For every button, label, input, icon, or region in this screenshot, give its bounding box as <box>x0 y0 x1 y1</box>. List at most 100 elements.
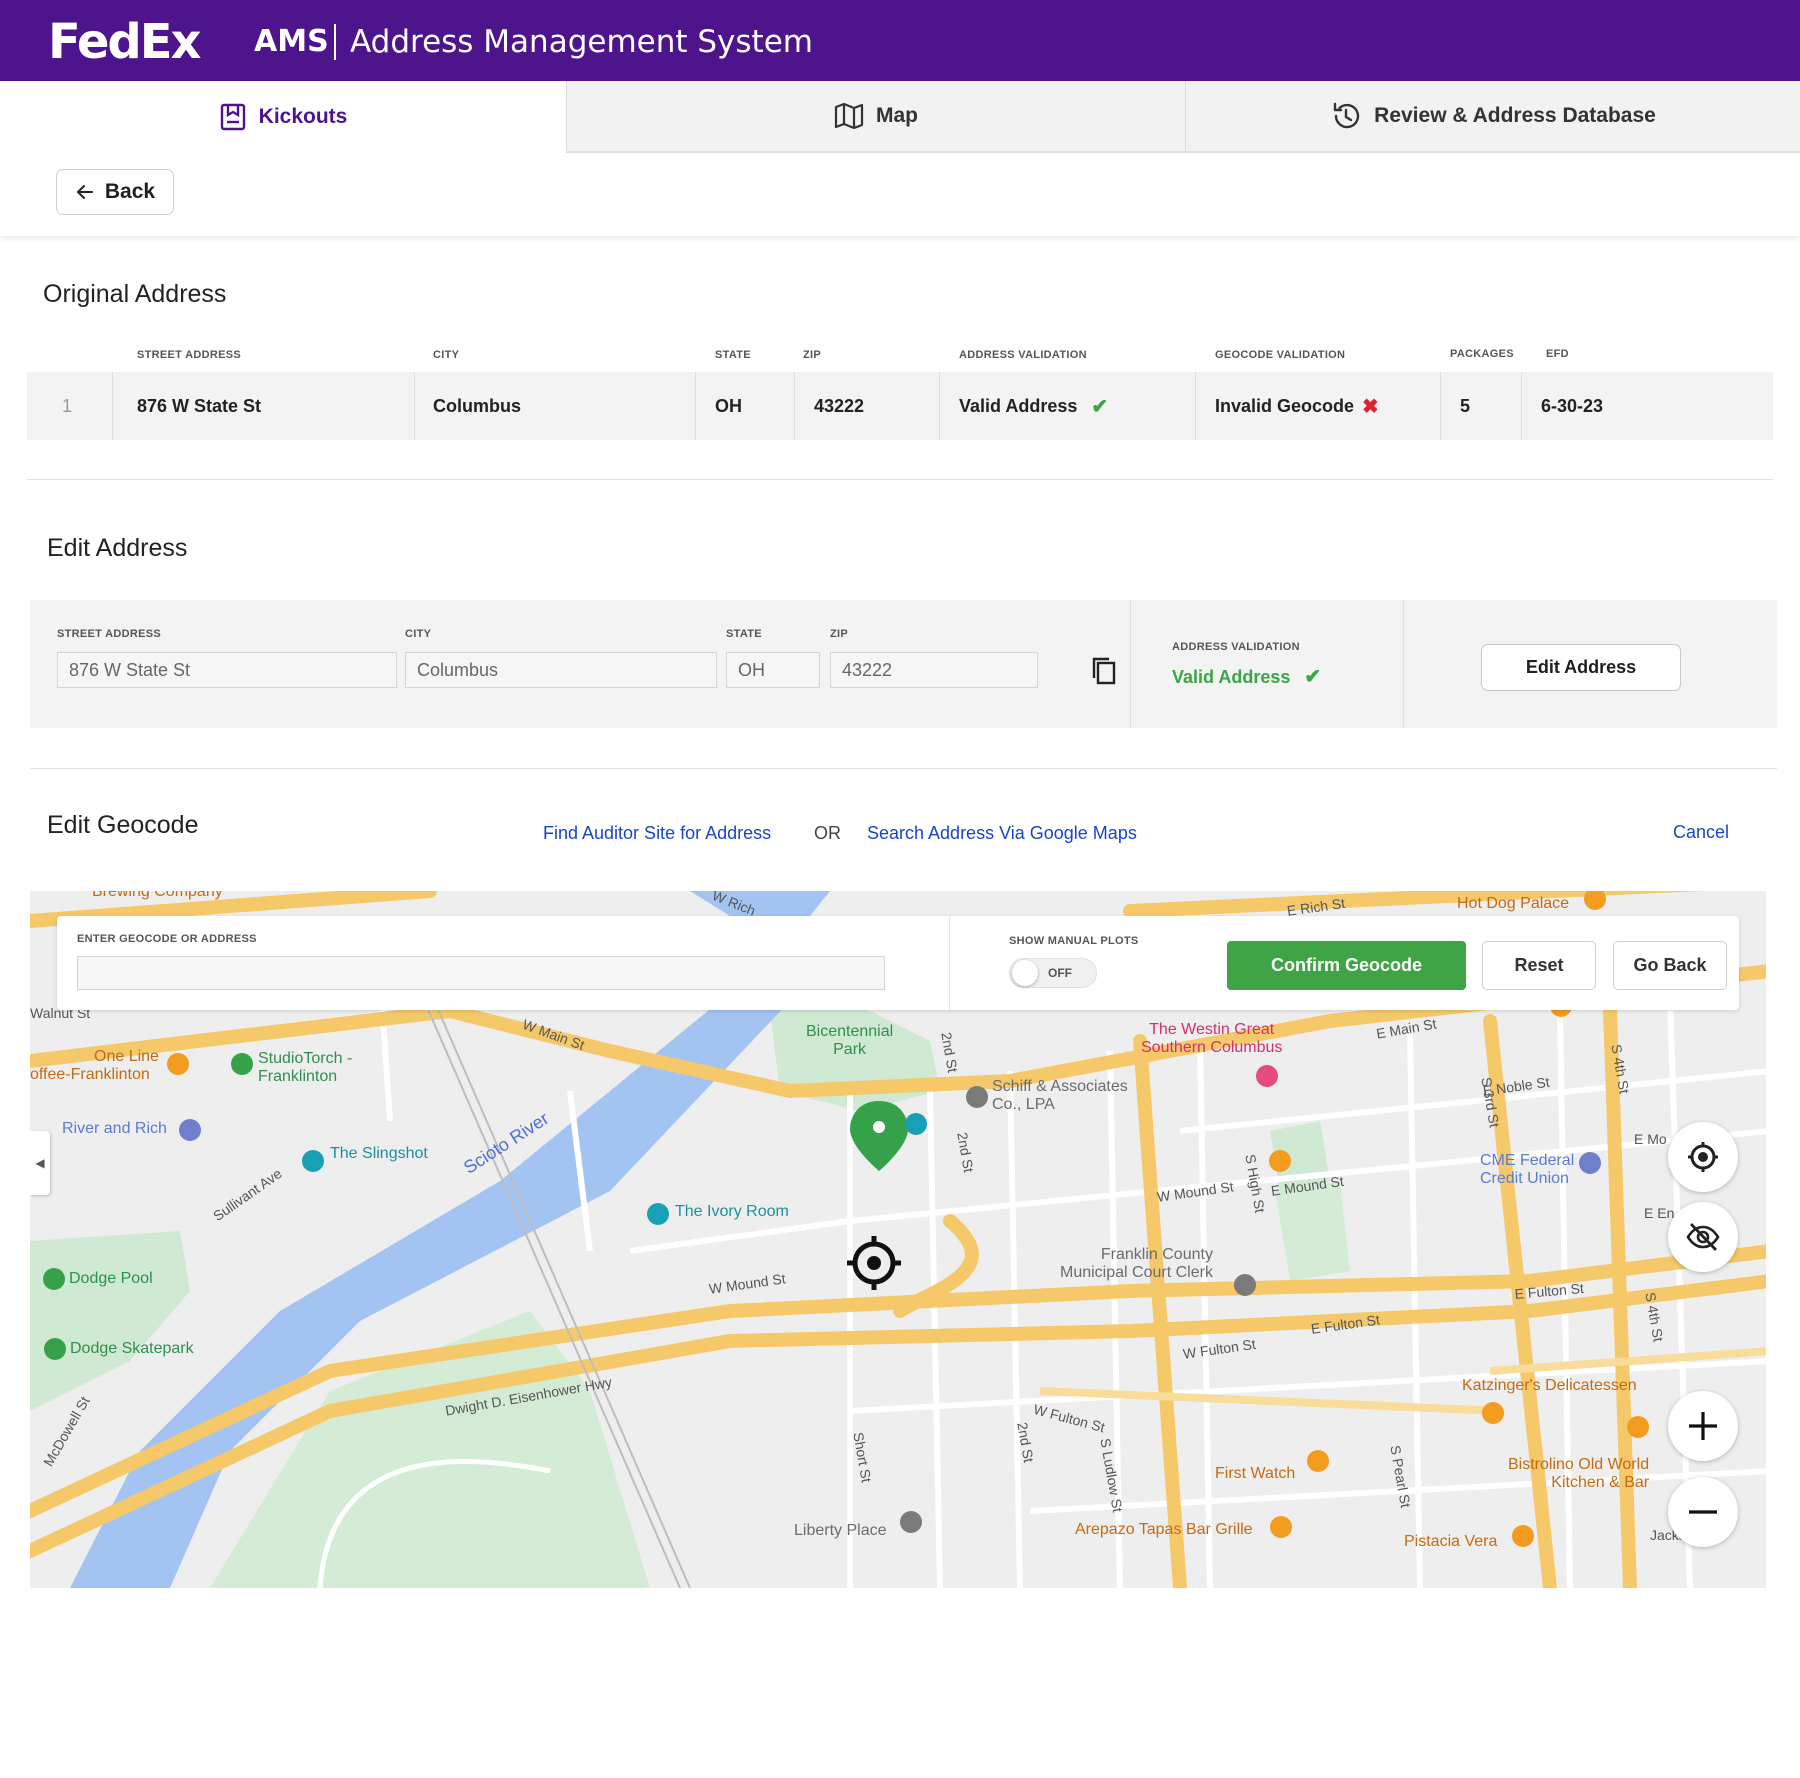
col-efd: EFD <box>1546 348 1569 360</box>
geocode-search-panel: ENTER GEOCODE OR ADDRESS SHOW MANUAL PLO… <box>57 916 1739 1010</box>
tab-map[interactable]: Map <box>566 81 1185 153</box>
back-button[interactable]: Back <box>56 169 174 215</box>
plus-icon <box>1689 1412 1717 1440</box>
cross-icon: ✖ <box>1362 395 1379 418</box>
google-maps-link[interactable]: Search Address Via Google Maps <box>867 823 1137 844</box>
cell-address-validation: Valid Address ✔ <box>959 395 1109 418</box>
cancel-link[interactable]: Cancel <box>1673 822 1729 843</box>
header-separator <box>334 24 336 60</box>
tab-label: Map <box>876 104 918 127</box>
cell-efd: 6-30-23 <box>1541 395 1604 416</box>
cell-packages: 5 <box>1460 395 1471 416</box>
street-label: STREET ADDRESS <box>57 628 162 640</box>
zoom-in-button[interactable] <box>1668 1391 1738 1461</box>
map-place: The Ivory Room <box>675 1203 789 1220</box>
reset-button[interactable]: Reset <box>1482 941 1596 990</box>
arrow-left-icon <box>76 185 93 199</box>
map-place: First Watch <box>1215 1465 1296 1482</box>
geocode-input[interactable] <box>77 956 885 990</box>
edit-address-panel: STREET ADDRESS CITY STATE ZIP ADDRESS VA… <box>30 600 1777 728</box>
cell-state: OH <box>715 395 742 416</box>
state-input[interactable] <box>726 652 820 688</box>
map-place: Dodge Pool <box>69 1270 153 1287</box>
geocode-input-label: ENTER GEOCODE OR ADDRESS <box>77 933 257 945</box>
map-place: Franklin County Municipal Court Clerk <box>1060 1246 1213 1281</box>
cell-geocode-validation: Invalid Geocode ✖ <box>1215 395 1379 418</box>
crosshair-icon <box>1688 1142 1718 1172</box>
collapse-panel-handle[interactable]: ◀ <box>30 1131 50 1195</box>
cell-street: 876 W State St <box>137 395 262 416</box>
map-view[interactable]: ◀ Brewing Company Hot Dog Palace Bicente… <box>30 891 1766 1588</box>
street-input[interactable] <box>57 652 397 688</box>
map-place: River and Rich <box>62 1120 167 1137</box>
app-name: Address Management System <box>350 24 813 60</box>
app-abbreviation: AMS <box>254 24 329 59</box>
map-place: CME Federal Credit Union <box>1480 1152 1575 1187</box>
back-label: Back <box>104 180 156 203</box>
divider <box>30 768 1777 769</box>
copy-icon[interactable] <box>1091 656 1117 686</box>
clipboard-icon <box>220 103 245 131</box>
tab-kickouts[interactable]: Kickouts <box>0 81 566 153</box>
tab-label: Review & Address Database <box>1374 104 1656 127</box>
minus-icon <box>1689 1510 1717 1514</box>
auditor-site-link[interactable]: Find Auditor Site for Address <box>543 823 771 844</box>
col-geocode-validation: GEOCODE VALIDATION <box>1215 349 1346 361</box>
toggle-visibility-button[interactable] <box>1668 1202 1738 1272</box>
map-place: One Line <box>94 1048 159 1065</box>
map-place: Dodge Skatepark <box>70 1340 194 1357</box>
table-row: 1 876 W State St Columbus OH 43222 Valid… <box>27 372 1773 440</box>
map-place: Brewing Company <box>92 891 223 900</box>
or-text: OR <box>814 823 841 843</box>
validation-status: Valid Address ✔ <box>1172 666 1322 688</box>
main-tabs: Kickouts Map Review & Address Database <box>0 81 1800 153</box>
col-address-validation: ADDRESS VALIDATION <box>959 349 1087 361</box>
state-label: STATE <box>726 628 762 640</box>
map-place: offee-Franklinton <box>30 1066 150 1083</box>
eye-off-icon <box>1686 1223 1720 1251</box>
fedex-logo: FedEx <box>48 14 202 70</box>
manual-plots-toggle[interactable]: OFF <box>1009 958 1097 988</box>
map-place: Pistacia Vera <box>1404 1533 1498 1550</box>
col-city: CITY <box>433 349 460 361</box>
back-bar: Back <box>0 153 1800 236</box>
map-street: E En <box>1644 1205 1675 1221</box>
city-input[interactable] <box>405 652 717 688</box>
tab-label: Kickouts <box>258 105 348 128</box>
tab-review-database[interactable]: Review & Address Database <box>1185 81 1800 153</box>
divider <box>27 479 1773 480</box>
validation-label: ADDRESS VALIDATION <box>1172 641 1300 653</box>
map-place: Bistrolino Old World Kitchen & Bar <box>1508 1456 1650 1491</box>
zip-label: ZIP <box>830 628 849 640</box>
map-place: The Slingshot <box>330 1145 428 1162</box>
map-place: Hot Dog Palace <box>1457 895 1570 912</box>
row-number: 1 <box>62 395 73 416</box>
confirm-geocode-button[interactable]: Confirm Geocode <box>1227 941 1466 990</box>
locate-me-button[interactable] <box>1668 1122 1738 1192</box>
map-place: Liberty Place <box>794 1522 887 1539</box>
edit-address-button[interactable]: Edit Address <box>1481 644 1681 691</box>
map-place: Bicentennial Park <box>806 1023 894 1058</box>
col-zip: ZIP <box>803 349 822 361</box>
zoom-out-button[interactable] <box>1668 1477 1738 1547</box>
history-icon <box>1333 102 1360 129</box>
app-header: FedEx AMS Address Management System <box>0 0 1800 81</box>
col-state: STATE <box>715 349 751 361</box>
map-place: Schiff & Associates Co., LPA <box>992 1078 1128 1113</box>
zip-input[interactable] <box>830 652 1038 688</box>
edit-address-title: Edit Address <box>47 534 188 562</box>
cell-zip: 43222 <box>814 395 865 416</box>
check-icon: ✔ <box>1091 395 1109 418</box>
city-label: CITY <box>405 628 432 640</box>
original-address-title: Original Address <box>43 280 227 308</box>
map-place: Arepazo Tapas Bar Grille <box>1075 1521 1253 1538</box>
go-back-button[interactable]: Go Back <box>1613 941 1727 990</box>
col-packages: PACKAGES <box>1450 348 1514 360</box>
map-place: StudioTorch - Franklinton <box>258 1050 353 1085</box>
map-street: E Mo <box>1634 1131 1667 1147</box>
col-street: STREET ADDRESS <box>137 349 242 361</box>
map-place: The Westin Great Southern Columbus <box>1141 1021 1283 1056</box>
edit-geocode-title: Edit Geocode <box>47 811 199 839</box>
cell-city: Columbus <box>433 395 521 416</box>
manual-plots-label: SHOW MANUAL PLOTS <box>1009 935 1139 947</box>
